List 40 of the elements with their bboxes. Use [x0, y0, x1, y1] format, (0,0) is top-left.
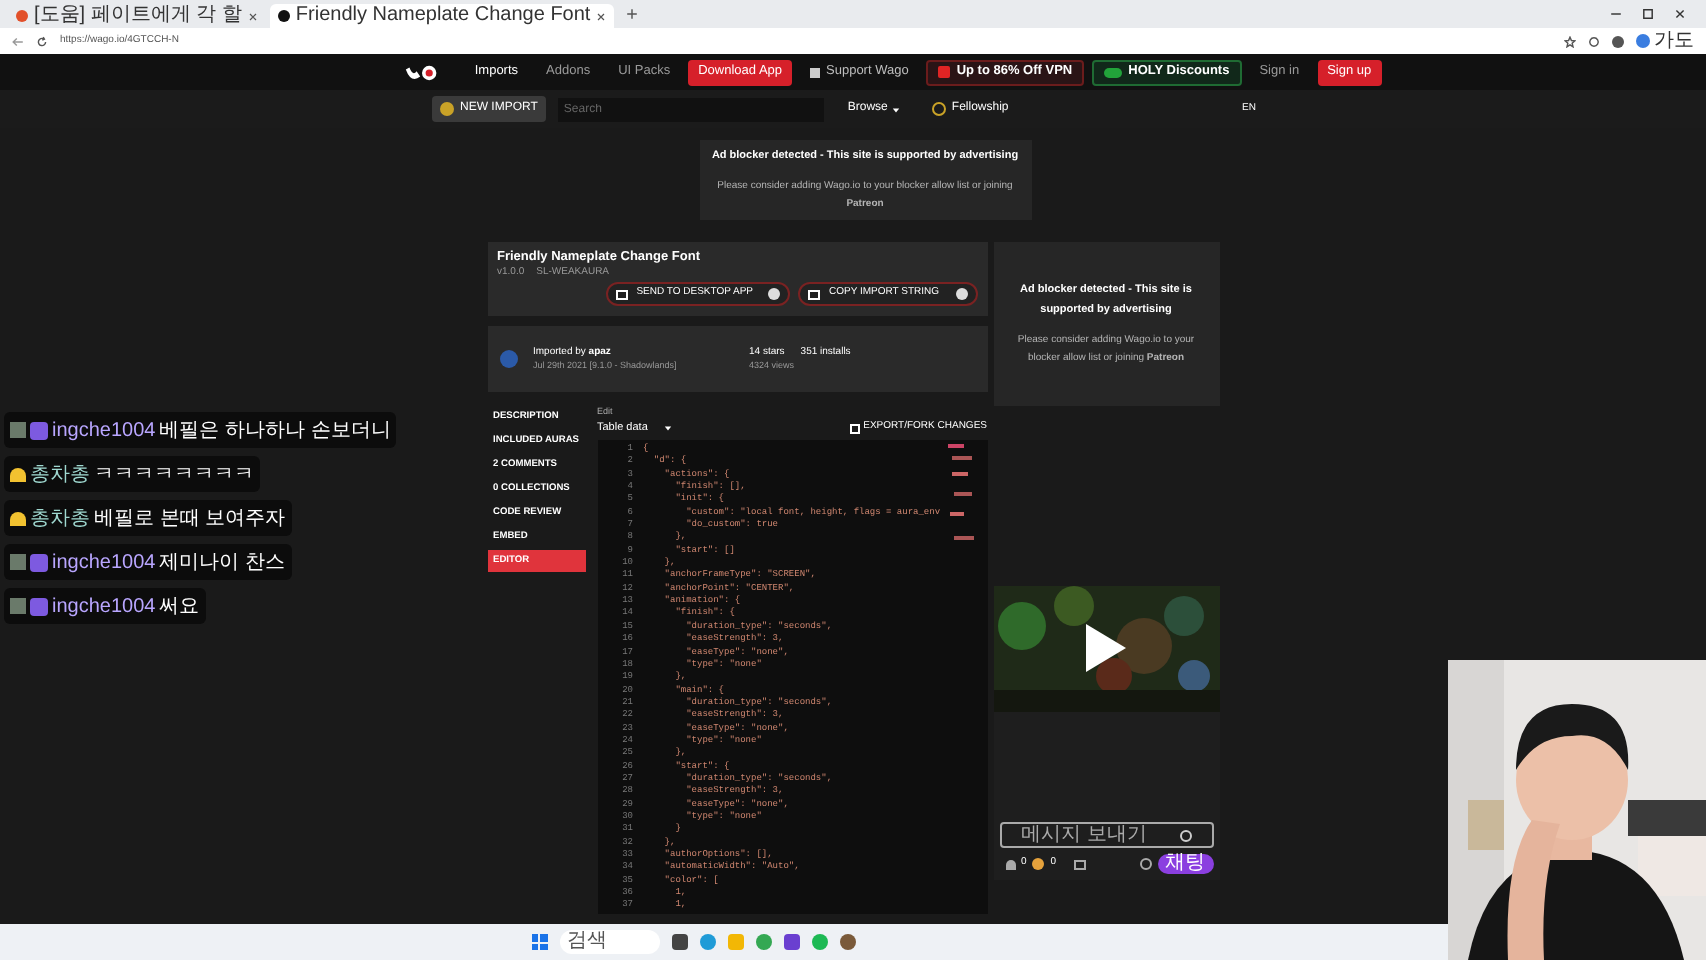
browser-tab[interactable]: [도움] 페이트에게 각 할	[8, 4, 266, 28]
send-button[interactable]: 채팅	[1157, 854, 1213, 874]
maximize-icon[interactable]	[1642, 8, 1654, 20]
chat-text: ㅋㅋㅋㅋㅋㅋㅋㅋ	[94, 461, 254, 489]
start-icon[interactable]	[531, 934, 547, 950]
bell-icon[interactable]	[1005, 859, 1015, 869]
profile-icon[interactable]	[1612, 35, 1624, 47]
caret-icon	[891, 105, 900, 113]
refresh-icon[interactable]	[36, 35, 48, 47]
close-icon[interactable]	[247, 11, 258, 21]
chat-username: 총차총	[30, 505, 90, 533]
logo-icon[interactable]	[404, 61, 441, 83]
back-arrow-icon[interactable]	[12, 35, 24, 47]
badge-icon	[10, 598, 26, 614]
chat-text: 써요	[159, 593, 200, 621]
chat-username: ingche1004	[52, 417, 156, 445]
coin-icon[interactable]	[1032, 858, 1045, 870]
badge-icon	[10, 422, 26, 438]
chat-username: ingche1004	[52, 593, 156, 621]
close-icon[interactable]	[1674, 8, 1686, 20]
star-icon[interactable]	[1564, 35, 1576, 47]
minimize-icon[interactable]	[1610, 8, 1622, 20]
new-tab-icon[interactable]	[626, 8, 639, 20]
chat-username: 총차총	[30, 461, 90, 489]
tab-title: [도움] 페이트에게 각 할	[34, 4, 242, 28]
chat-text: 베필로 본때 보여주자	[94, 505, 286, 533]
tab-favicon-icon	[277, 10, 290, 22]
profile-button[interactable]: 가도	[1636, 29, 1694, 53]
close-icon[interactable]	[596, 11, 607, 21]
chat-text: 제미나이 찬스	[159, 549, 285, 577]
chat-username: ingche1004	[52, 549, 156, 577]
caret-icon	[663, 424, 672, 432]
avatar-icon	[499, 350, 517, 368]
play-icon[interactable]	[1085, 618, 1125, 678]
chat-text: 베필은 하나하나 손보더니	[159, 417, 391, 445]
taskbar-search[interactable]: 검색	[559, 930, 659, 954]
chat-input[interactable]: 메시지 보내기	[999, 822, 1213, 848]
badge-icon	[10, 554, 26, 570]
tab-favicon-icon	[16, 10, 28, 22]
code-editor[interactable]	[597, 440, 987, 914]
